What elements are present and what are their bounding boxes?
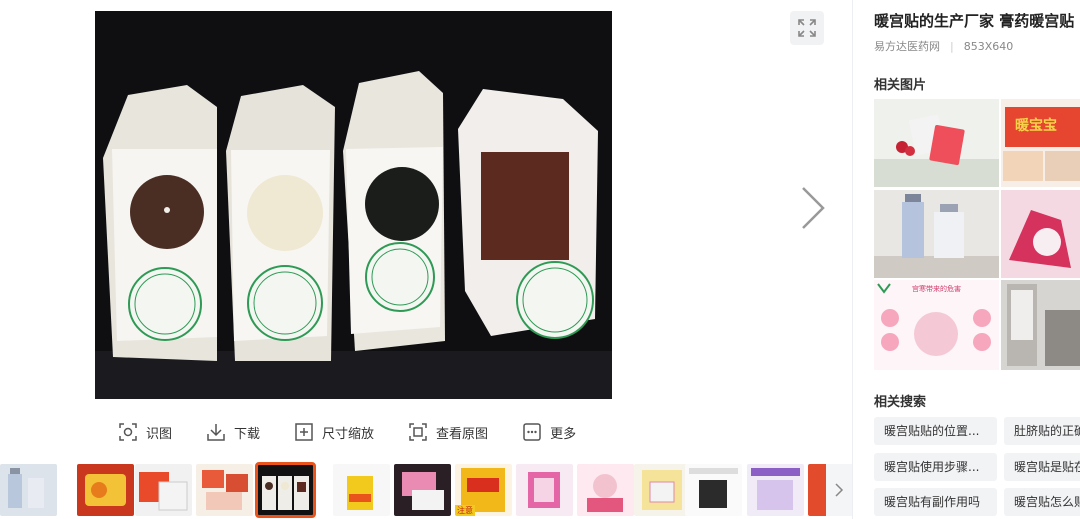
- scan-icon: [118, 422, 138, 442]
- related-search-tag[interactable]: 暖宫贴是贴在: [1004, 453, 1080, 481]
- fullscreen-button[interactable]: [790, 11, 824, 45]
- thumbnail-pink-product[interactable]: [516, 464, 573, 516]
- thumbnail-model[interactable]: [577, 464, 634, 516]
- thumbnail-badge: 注意: [455, 505, 475, 516]
- related-image-5[interactable]: 宫寒带来的危害: [874, 280, 999, 370]
- thumbnail-black-patch[interactable]: [685, 464, 742, 516]
- info-sidebar: 暖宫贴的生产厂家 膏药暖宫贴 易方达医药网 | 853X640 相关图片 暖宝宝 宫…: [874, 0, 1080, 519]
- thumbnail-warm-pack-3[interactable]: [196, 464, 253, 516]
- chevron-right-icon: [802, 187, 825, 229]
- image-dimensions: 853X640: [963, 40, 1014, 53]
- related-search-tag[interactable]: 暖宫贴怎么贴: [1004, 488, 1080, 516]
- thumbnail-current[interactable]: [255, 462, 316, 518]
- thumbnail-purple-pack[interactable]: [747, 464, 804, 516]
- related-image-3[interactable]: [874, 190, 999, 278]
- related-search-tag[interactable]: 暖宫贴贴的位置...: [874, 417, 997, 445]
- related-image-2-text: 暖宝宝: [1015, 118, 1057, 134]
- thumbnail-heat-pack[interactable]: 注意: [455, 464, 512, 516]
- related-images-heading: 相关图片: [874, 78, 927, 93]
- more-icon: [522, 422, 542, 442]
- thumbnail-warm-pack-1[interactable]: [77, 464, 134, 516]
- thumbnail-pink-pack[interactable]: [394, 464, 451, 516]
- patch-photo: [95, 11, 612, 399]
- related-search-tag[interactable]: 暖宫贴使用步骤...: [874, 453, 997, 481]
- view-original-button[interactable]: 查看原图: [408, 418, 488, 446]
- thumbnail-partial[interactable]: [808, 464, 828, 516]
- scan-label: 识图: [146, 426, 173, 442]
- related-image-4[interactable]: [1001, 190, 1080, 278]
- panel-divider: [852, 0, 853, 519]
- image-toolbar: 识图 下载 尺寸缩放 查看原图 更多: [118, 418, 610, 446]
- source-link[interactable]: 易方达医药网: [874, 40, 940, 53]
- download-label: 下载: [234, 426, 261, 442]
- resize-label: 尺寸缩放: [322, 426, 375, 442]
- thumbnail-yellow-pack[interactable]: [634, 464, 691, 516]
- download-button[interactable]: 下载: [206, 418, 260, 446]
- related-image-2[interactable]: 暖宝宝: [1001, 99, 1080, 187]
- thumbnail-perfume[interactable]: [0, 464, 57, 516]
- download-icon: [206, 422, 226, 442]
- resize-icon: [294, 422, 314, 442]
- original-image-icon: [408, 422, 428, 442]
- related-search-heading: 相关搜索: [874, 395, 927, 410]
- scan-button[interactable]: 识图: [118, 418, 172, 446]
- meta-separator: |: [950, 40, 954, 53]
- related-image-5-text: 宫寒带来的危害: [912, 285, 961, 293]
- view-original-label: 查看原图: [436, 426, 489, 442]
- more-label: 更多: [550, 426, 577, 442]
- thumbnail-warm-pack-2[interactable]: [135, 464, 192, 516]
- filmstrip-next-button[interactable]: [826, 464, 852, 516]
- thumbnail-strip: 注意: [0, 462, 852, 519]
- thumbnail-box[interactable]: [333, 464, 390, 516]
- expand-icon: [798, 19, 816, 37]
- image-viewer: 识图 下载 尺寸缩放 查看原图 更多 注意: [0, 0, 852, 519]
- related-image-6[interactable]: [1001, 280, 1080, 370]
- related-image-1[interactable]: [874, 99, 999, 187]
- image-meta: 易方达医药网 | 853X640: [874, 38, 1013, 54]
- more-button[interactable]: 更多: [522, 418, 576, 446]
- resize-button[interactable]: 尺寸缩放: [294, 418, 374, 446]
- image-title: 暖宫贴的生产厂家 膏药暖宫贴: [874, 12, 1075, 30]
- chevron-right-icon: [835, 483, 844, 497]
- main-image[interactable]: [95, 11, 612, 399]
- next-image-button[interactable]: [792, 178, 832, 238]
- related-search-tag[interactable]: 暖宫贴有副作用吗: [874, 488, 997, 516]
- related-search-tag[interactable]: 肚脐贴的正确: [1004, 417, 1080, 445]
